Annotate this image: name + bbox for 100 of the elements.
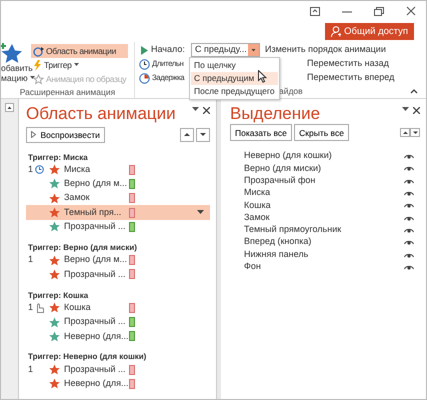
restore-icon[interactable] (374, 6, 384, 16)
animation-item[interactable]: 1 Верно (для м... (26, 252, 210, 268)
add-animation-label[interactable]: обавить (1, 63, 33, 74)
add-animation-label[interactable]: мацию (1, 73, 28, 84)
animation-item[interactable]: Прозрачный ... (26, 314, 210, 330)
animation-name: Замок (64, 191, 91, 204)
close-icon[interactable] (413, 107, 420, 114)
menu-item[interactable]: По щелчку (191, 59, 278, 72)
selection-item[interactable]: Верно (для миски) (230, 162, 420, 175)
trigger-label: Триггер: Верно (для миски) (27, 242, 138, 253)
animation-item[interactable]: Прозрачный ... (26, 220, 210, 234)
lightning-icon (33, 60, 42, 70)
share-button[interactable]: Общий доступ (325, 23, 414, 40)
move-up-button[interactable] (400, 128, 410, 137)
down-arrow-icon (200, 133, 206, 136)
menu-item[interactable]: С предыдущим (191, 72, 278, 85)
animation-name: Прозрачный ... (64, 362, 126, 376)
animation-name: Неверно (для... (64, 330, 129, 343)
animation-item[interactable]: Неверно (для... (26, 376, 210, 392)
selection-item[interactable]: Прозрачный фон (230, 174, 420, 187)
hide-all-button[interactable]: Скрыть все (294, 124, 349, 141)
eye-icon[interactable] (404, 153, 414, 160)
animation-item[interactable]: 1 Кошка (26, 300, 210, 315)
move-down-button[interactable] (410, 128, 420, 137)
ribbon-button[interactable]: Триггер (31, 58, 128, 72)
animation-item[interactable]: Верно (для м... (26, 176, 210, 192)
eye-icon[interactable] (404, 165, 414, 172)
timing-bar (129, 302, 135, 313)
order-number: 1 (27, 253, 34, 266)
animation-name: Прозрачный ... (64, 220, 126, 234)
animation-name: Неверно (для... (64, 377, 129, 390)
caret-icon[interactable] (192, 107, 198, 112)
order-number: 1 (27, 300, 34, 314)
selection-item[interactable]: Неверно (для кошки) (230, 150, 420, 162)
animation-item[interactable]: Прозрачный ... (26, 267, 210, 282)
close-icon[interactable] (203, 107, 210, 114)
ribbon-display-icon[interactable] (310, 6, 320, 16)
animation-item[interactable]: 1 Прозрачный ... (26, 362, 210, 377)
animation-name: Кошка (64, 300, 92, 314)
down-arrow-icon (412, 130, 418, 134)
animation-item[interactable]: 1 Миска (26, 162, 210, 177)
timing-bar (129, 269, 135, 280)
eye-icon[interactable] (404, 214, 414, 221)
animation-name: Прозрачный ... (64, 315, 126, 328)
selection-item[interactable]: Фон (230, 260, 420, 273)
caret-icon[interactable] (197, 210, 204, 216)
eye-icon[interactable] (404, 264, 414, 270)
reorder-label: Изменить порядок анимации (264, 43, 387, 56)
timing-bar (129, 255, 135, 266)
animation-name: Прозрачный ... (64, 268, 126, 281)
order-number: 1 (27, 162, 34, 176)
close-icon[interactable] (406, 6, 416, 16)
timing-bar (129, 364, 135, 375)
caret-icon[interactable] (402, 107, 408, 112)
person-add-icon (331, 26, 342, 37)
eye-icon[interactable] (404, 178, 414, 184)
delay-clock-icon (139, 72, 150, 84)
scroll-up-icon[interactable] (5, 103, 14, 112)
star-icon (1, 43, 23, 63)
timing-bar (129, 317, 135, 328)
selection-item[interactable]: Нижняя панель (230, 248, 420, 261)
selection-item[interactable]: Кошка (230, 199, 420, 212)
animation-pane-icon (33, 46, 44, 56)
eye-icon[interactable] (404, 239, 414, 246)
timing-bar (129, 208, 135, 218)
animation-item[interactable]: Темный пря... (26, 205, 210, 220)
selection-item[interactable]: Темный прямоугольник (230, 224, 420, 236)
start-dropdown[interactable]: С предыду... (191, 43, 260, 57)
collapse-ribbon-icon[interactable] (410, 88, 418, 94)
trigger-label: Триггер: Миска (27, 152, 89, 162)
menu-item[interactable]: После предыдущего (191, 85, 278, 98)
selection-item[interactable]: Замок (230, 211, 420, 224)
group-label: Расширенная анимация (18, 86, 116, 99)
pane-title: Выделение (230, 105, 320, 122)
up-arrow-icon (184, 133, 190, 136)
eye-icon[interactable] (404, 190, 414, 196)
selection-item[interactable]: Вперед (кнопка) (230, 236, 420, 248)
animation-name: Верно (для м... (64, 177, 128, 190)
timing-bar (129, 178, 135, 189)
play-icon (141, 46, 148, 54)
eye-icon[interactable] (404, 226, 414, 233)
caret-icon[interactable] (30, 76, 35, 80)
selection-item[interactable]: Миска (230, 186, 420, 200)
move-down-button[interactable] (196, 128, 210, 142)
play-button[interactable]: Воспроизвести (26, 126, 105, 142)
order-number: 1 (27, 362, 34, 376)
animation-item[interactable]: Неверно (для... (26, 329, 210, 344)
clock-icon (139, 58, 150, 70)
animation-item[interactable]: Замок (26, 191, 210, 206)
eye-icon[interactable] (404, 202, 414, 208)
animation-name: Темный пря... (64, 206, 122, 219)
timing-bar (129, 378, 135, 389)
animation-name: Верно (для м... (64, 253, 128, 266)
eye-icon[interactable] (404, 252, 414, 258)
play-icon (31, 131, 36, 138)
move-up-button[interactable] (180, 128, 194, 142)
pane-title: Область анимации (26, 105, 176, 122)
star-brush-icon (33, 74, 44, 84)
show-all-button[interactable]: Показать все (230, 124, 292, 141)
ribbon-button[interactable]: Область анимации (31, 44, 128, 58)
